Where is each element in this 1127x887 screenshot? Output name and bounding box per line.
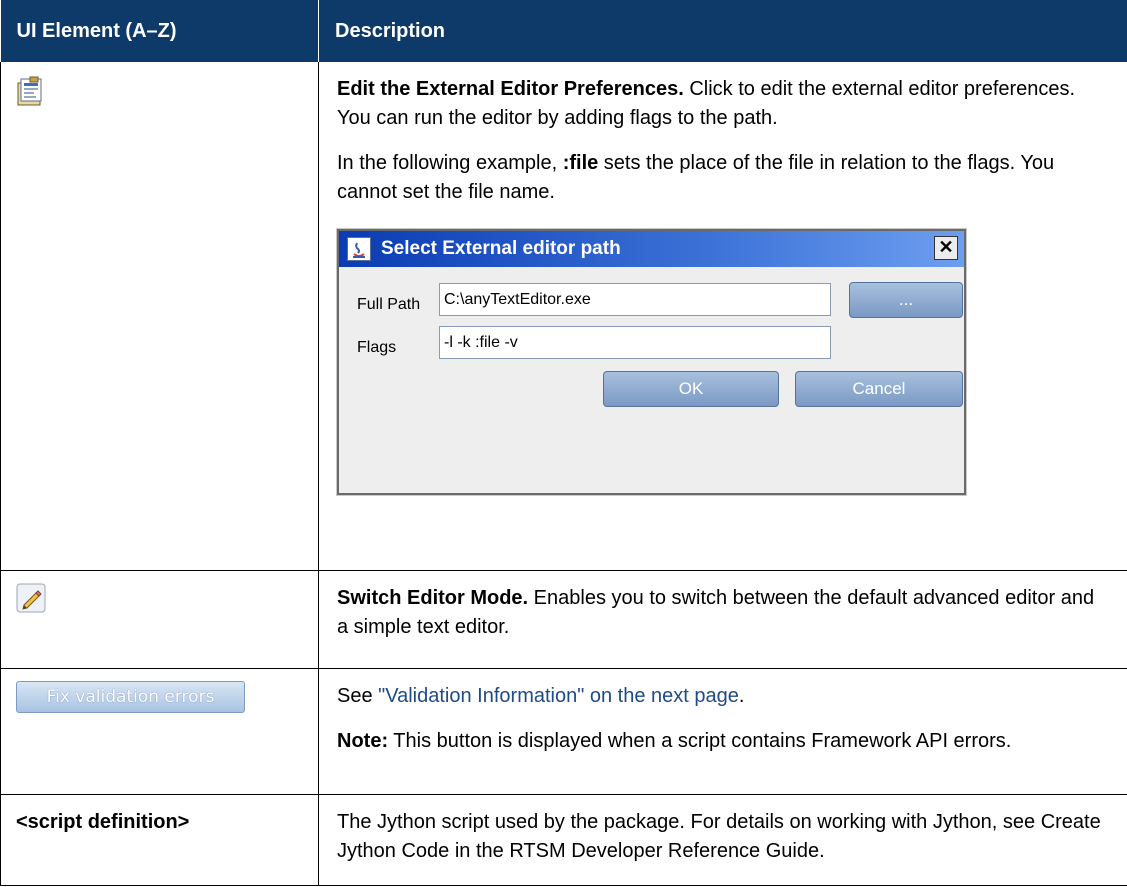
edit-prefs-title: Edit the External Editor Preferences.: [337, 78, 684, 100]
external-editor-dialog-screenshot: Select External editor path ✕ Full Path …: [337, 229, 966, 495]
switch-mode-paragraph: Switch Editor Mode. Enables you to switc…: [337, 584, 1109, 642]
example-text-before: In the following example,: [337, 152, 563, 174]
fix-validation-errors-button[interactable]: Fix validation errors: [16, 680, 245, 713]
flags-label: Flags: [357, 339, 397, 356]
java-icon: [347, 237, 371, 261]
description-cell: Switch Editor Mode. Enables you to switc…: [318, 570, 1127, 669]
table-row: Fix validation errors See "Validation In…: [0, 668, 1127, 795]
pencil-icon: [16, 583, 46, 613]
script-definition-element: <script definition>: [16, 810, 190, 833]
note-paragraph: Note: This button is displayed when a sc…: [337, 727, 1109, 756]
edit-prefs-paragraph: Edit the External Editor Preferences. Cl…: [337, 75, 1109, 133]
script-definition-text: The Jython script used by the package. F…: [337, 810, 1101, 862]
validation-information-link[interactable]: "Validation Information" on the next pag…: [378, 685, 739, 707]
browse-button[interactable]: ...: [849, 282, 963, 318]
table-row: <script definition> The Jython script us…: [0, 794, 1127, 886]
table-row: Switch Editor Mode. Enables you to switc…: [0, 570, 1127, 669]
note-text: This button is displayed when a script c…: [388, 729, 1012, 752]
see-paragraph: See "Validation Information" on the next…: [337, 682, 1109, 711]
file-flag-text: :file: [562, 152, 599, 174]
ui-element-table: UI Element (A–Z) Description Edit the Ex…: [0, 0, 1127, 886]
note-label: Note:: [337, 729, 389, 752]
table-row: Edit the External Editor Preferences. Cl…: [0, 62, 1127, 571]
cancel-button[interactable]: Cancel: [795, 371, 963, 407]
header-ui-element: UI Element (A–Z): [0, 0, 319, 62]
full-path-input[interactable]: C:\anyTextEditor.exe: [439, 283, 831, 316]
example-paragraph: In the following example, :file sets the…: [337, 149, 1109, 207]
description-cell: Edit the External Editor Preferences. Cl…: [318, 62, 1127, 571]
ui-element-cell: Fix validation errors: [0, 668, 319, 795]
ui-element-cell: <script definition>: [0, 794, 319, 886]
see-prefix: See: [337, 684, 379, 707]
see-suffix: .: [738, 684, 745, 707]
full-path-label: Full Path: [357, 296, 421, 313]
switch-mode-title: Switch Editor Mode.: [337, 586, 529, 609]
close-icon[interactable]: ✕: [934, 236, 958, 260]
ui-element-cell: [0, 570, 319, 669]
ui-element-cell: [0, 62, 319, 571]
description-cell: See "Validation Information" on the next…: [318, 668, 1127, 795]
edit-preferences-icon: [16, 75, 46, 107]
description-cell: The Jython script used by the package. F…: [318, 794, 1127, 886]
table-header-row: UI Element (A–Z) Description: [0, 0, 1127, 62]
header-description: Description: [318, 0, 1127, 62]
flags-input[interactable]: -l -k :file -v: [439, 326, 831, 359]
ok-button[interactable]: OK: [603, 371, 779, 407]
dialog-title: Select External editor path: [381, 238, 621, 259]
dialog-title-bar: Select External editor path ✕: [339, 231, 964, 267]
dialog-body: Full Path C:\anyTextEditor.exe ... Flags…: [339, 267, 964, 493]
